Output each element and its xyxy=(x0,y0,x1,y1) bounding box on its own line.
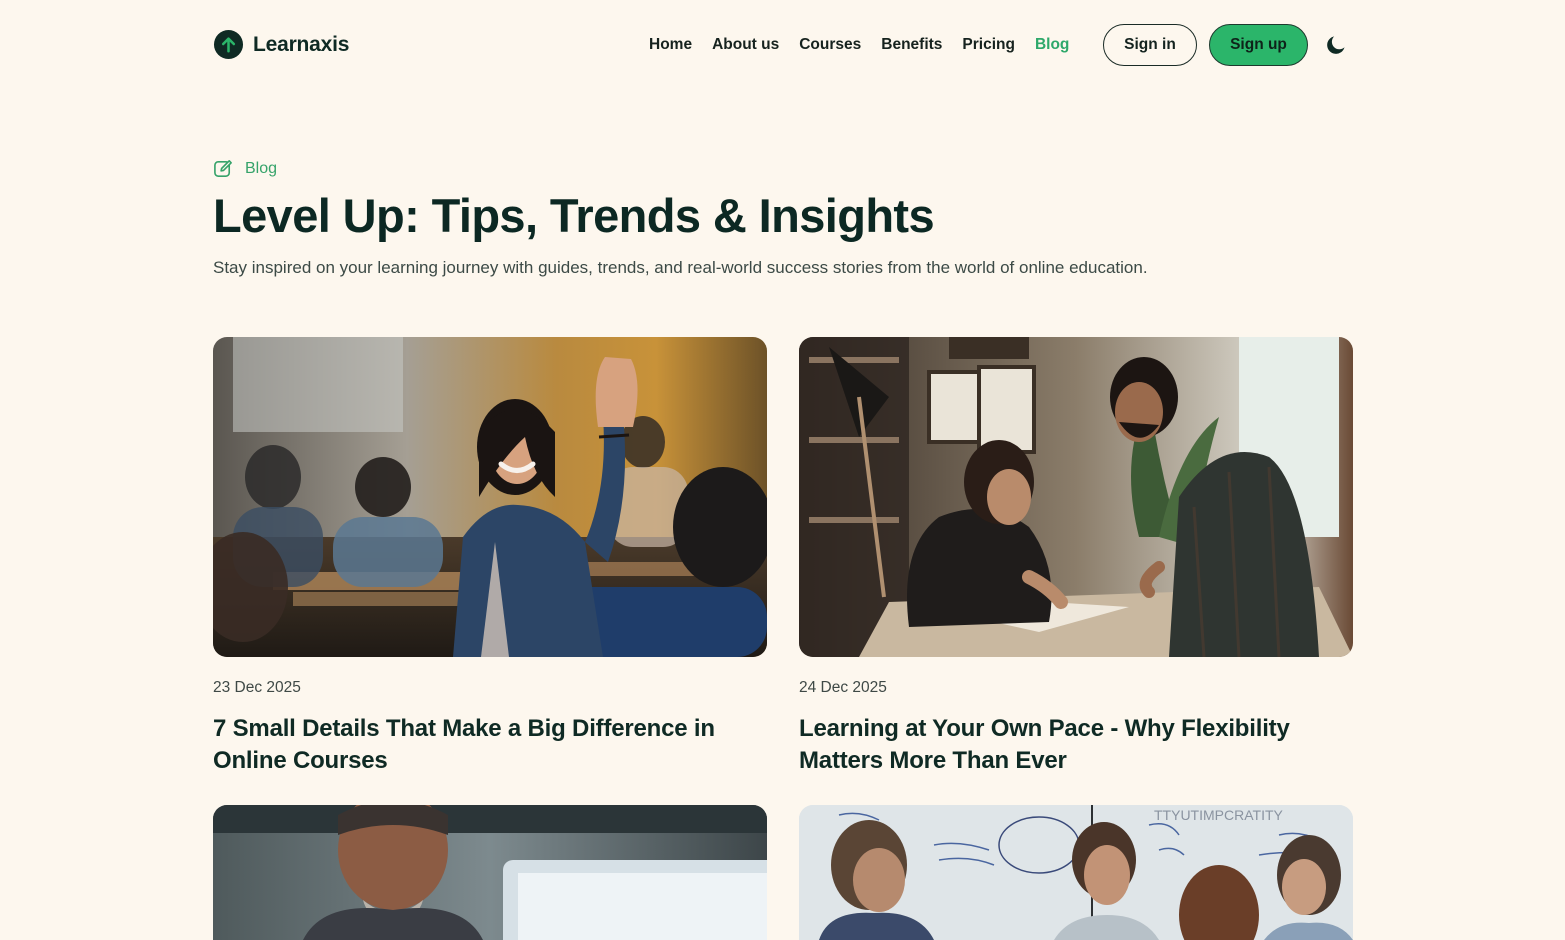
blog-card-image[interactable]: TTYUTIMPCRATITY xyxy=(799,805,1353,940)
edit-icon xyxy=(214,160,232,177)
blog-card xyxy=(213,805,767,940)
nav-item-about-us[interactable]: About us xyxy=(712,36,779,54)
whiteboard-team-photo: TTYUTIMPCRATITY xyxy=(799,805,1353,940)
classroom-teacher-photo xyxy=(213,337,767,657)
blog-card-image[interactable] xyxy=(799,337,1353,657)
main-nav: Home About us Courses Benefits Pricing B… xyxy=(649,34,1089,56)
page-subtitle: Stay inspired on your learning journey w… xyxy=(213,258,1148,277)
blog-card: 24 Dec 2025 Learning at Your Own Pace - … xyxy=(799,337,1353,777)
nav-item-benefits[interactable]: Benefits xyxy=(881,36,942,54)
studio-students-photo xyxy=(799,337,1353,657)
sign-up-button[interactable]: Sign up xyxy=(1209,24,1308,66)
arrow-up-circle-icon xyxy=(213,29,244,60)
nav-item-home[interactable]: Home xyxy=(649,36,692,54)
blog-card: 23 Dec 2025 7 Small Details That Make a … xyxy=(213,337,767,777)
nav-item-courses[interactable]: Courses xyxy=(799,36,861,54)
nav-item-blog[interactable]: Blog xyxy=(1035,36,1069,54)
instructor-photo xyxy=(213,805,767,940)
blog-card-image[interactable] xyxy=(213,805,767,940)
post-title[interactable]: 7 Small Details That Make a Big Differen… xyxy=(213,713,767,777)
svg-text:TTYUTIMPCRATITY: TTYUTIMPCRATITY xyxy=(1154,807,1284,823)
section-eyebrow: Blog xyxy=(213,158,277,179)
sign-in-button[interactable]: Sign in xyxy=(1103,24,1197,66)
blog-card: TTYUTIMPCRATITY xyxy=(799,805,1353,940)
site-header: Learnaxis Home About us Courses Benefits… xyxy=(0,0,1565,90)
eyebrow-label: Blog xyxy=(245,159,278,177)
post-title[interactable]: Learning at Your Own Pace - Why Flexibil… xyxy=(799,713,1353,777)
brand-name: Learnaxis xyxy=(253,32,350,56)
page-title: Level Up: Tips, Trends & Insights xyxy=(213,189,935,242)
post-date: 24 Dec 2025 xyxy=(799,679,887,696)
post-date: 23 Dec 2025 xyxy=(213,679,301,696)
blog-card-image[interactable] xyxy=(213,337,767,657)
nav-item-pricing[interactable]: Pricing xyxy=(962,36,1015,54)
moon-icon[interactable] xyxy=(1324,33,1348,57)
logo-link[interactable]: Learnaxis xyxy=(213,29,349,60)
